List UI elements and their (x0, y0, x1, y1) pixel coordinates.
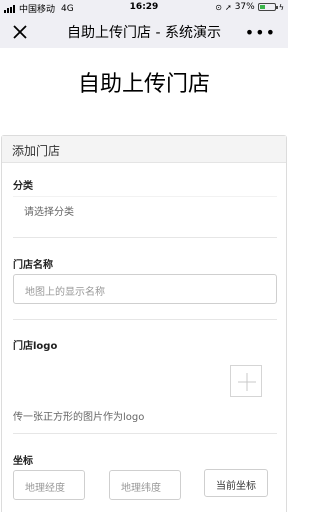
logo-help-text: 传一张正方形的图片作为logo (13, 412, 145, 423)
nav-bar: 自助上传门店 - 系统演示 ••• (0, 16, 288, 48)
status-right: ⊙ ➚ 37% ϟ (215, 2, 284, 12)
logo-upload-button[interactable] (230, 365, 262, 397)
page-title: 自助上传门店 (77, 72, 210, 97)
store-name-label: 门店名称 (13, 260, 53, 271)
current-coords-button[interactable]: 当前坐标 (204, 469, 268, 497)
lock-rotation-icon: ⊙ (215, 2, 222, 12)
add-store-form: 添加门店 分类 请选择分类 门店名称 地图上的显示名称 门店logo 传一张正方… (1, 135, 287, 512)
location-icon: ➚ (225, 2, 232, 12)
coords-label: 坐标 (13, 456, 33, 467)
divider (13, 433, 277, 434)
more-menu-icon[interactable]: ••• (245, 23, 276, 42)
battery-icon (257, 3, 278, 11)
store-name-input[interactable]: 地图上的显示名称 (13, 274, 277, 304)
divider (13, 319, 277, 320)
category-select[interactable]: 请选择分类 (13, 196, 277, 220)
logo-label: 门店logo (13, 341, 58, 352)
form-header: 添加门店 (2, 136, 286, 163)
divider (13, 237, 277, 238)
category-label: 分类 (13, 181, 33, 192)
charging-icon: ϟ (278, 2, 284, 12)
battery-percent: 37% (234, 2, 255, 12)
longitude-input[interactable]: 地理经度 (13, 470, 85, 500)
status-bar: 中国移动 4G 16:29 ⊙ ➚ 37% ϟ (0, 0, 288, 16)
latitude-input[interactable]: 地理纬度 (109, 470, 181, 500)
plus-icon (238, 373, 256, 391)
